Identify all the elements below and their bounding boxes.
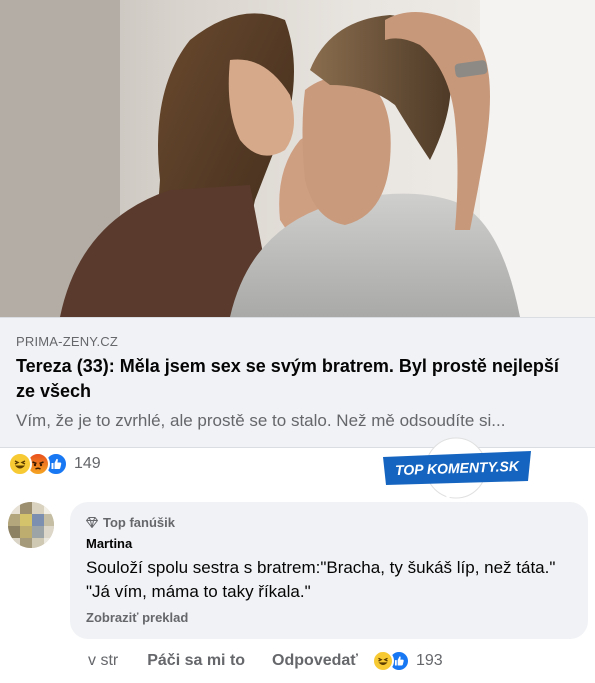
haha-icon	[8, 452, 32, 476]
comment-actions: v str Páči sa mi to Odpovedať 193	[88, 649, 443, 673]
comment-reactions[interactable]: 193	[371, 650, 443, 672]
comment-bubble: Top fanúšik Martina Souloží spolu sestra…	[70, 502, 588, 639]
link-preview-image[interactable]	[0, 0, 595, 317]
see-translation-link[interactable]: Zobraziť preklad	[86, 610, 572, 626]
comment-author[interactable]: Martina	[86, 536, 572, 552]
couple-kissing-photo	[0, 0, 595, 317]
post-reactions[interactable]: 149	[8, 452, 101, 476]
link-title[interactable]: Tereza (33): Měla jsem sex se svým bratr…	[16, 354, 581, 404]
link-domain: PRIMA-ZENY.CZ	[16, 334, 119, 349]
top-fan-label: Top fanúšik	[103, 514, 175, 530]
top-fan-label-row: Top fanúšik	[86, 514, 572, 530]
top-komenty-badge: TOP KOMENTY.SK	[382, 437, 532, 504]
link-preview-box[interactable]: PRIMA-ZENY.CZ Tereza (33): Měla jsem sex…	[0, 317, 595, 448]
diamond-icon	[86, 516, 98, 528]
comment-time[interactable]: v str	[88, 652, 118, 670]
haha-icon	[371, 650, 394, 672]
link-description: Vím, že je to zvrhlé, ale prostě se to s…	[16, 411, 506, 430]
comment-text: Souloží spolu sestra s bratrem:"Bracha, …	[86, 558, 556, 601]
pixelated-avatar-icon	[8, 502, 54, 548]
comment-reaction-count: 193	[415, 652, 443, 669]
like-button[interactable]: Páči sa mi to	[147, 652, 245, 670]
reaction-count: 149	[74, 455, 101, 472]
reply-button[interactable]: Odpovedať	[272, 652, 358, 670]
avatar[interactable]	[8, 502, 54, 548]
